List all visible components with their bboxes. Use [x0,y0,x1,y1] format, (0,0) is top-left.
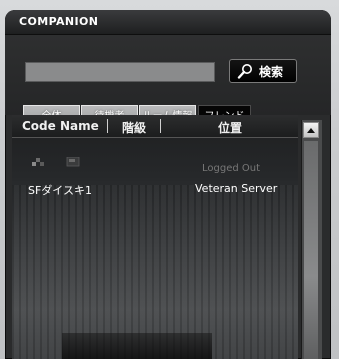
companion-window: COMPANION 検索 全体 待機者 ルーム情報 フレンド Code Name [5,10,331,359]
title-bar: COMPANION [5,10,331,35]
arrow-up-icon [307,128,315,133]
friend-code-name: SFダイスキ1 [28,184,92,197]
search-button[interactable]: 検索 [229,59,297,83]
search-button-label: 検索 [259,65,284,79]
rank-icon [66,157,80,167]
search-input[interactable] [25,62,215,82]
friend-list[interactable]: Code Name 階級 位置 Logged Out SFダイスキ1 Veter… [12,115,298,359]
list-header: Code Name 階級 位置 [12,115,298,138]
friend-status-icon [32,158,44,166]
column-rank[interactable]: 階級 [122,119,146,136]
magnifier-icon [237,64,252,79]
friend-location: Veteran Server [195,182,278,195]
friend-status: Logged Out [202,163,261,174]
column-location[interactable]: 位置 [218,119,242,136]
scroll-up-button[interactable] [303,122,319,138]
scrollbar[interactable] [301,120,322,359]
search-area: 検索 全体 待機者 ルーム情報 フレンド [5,35,331,129]
scroll-track[interactable] [304,141,318,359]
window-title: COMPANION [19,15,99,28]
column-code-name[interactable]: Code Name [22,119,99,133]
